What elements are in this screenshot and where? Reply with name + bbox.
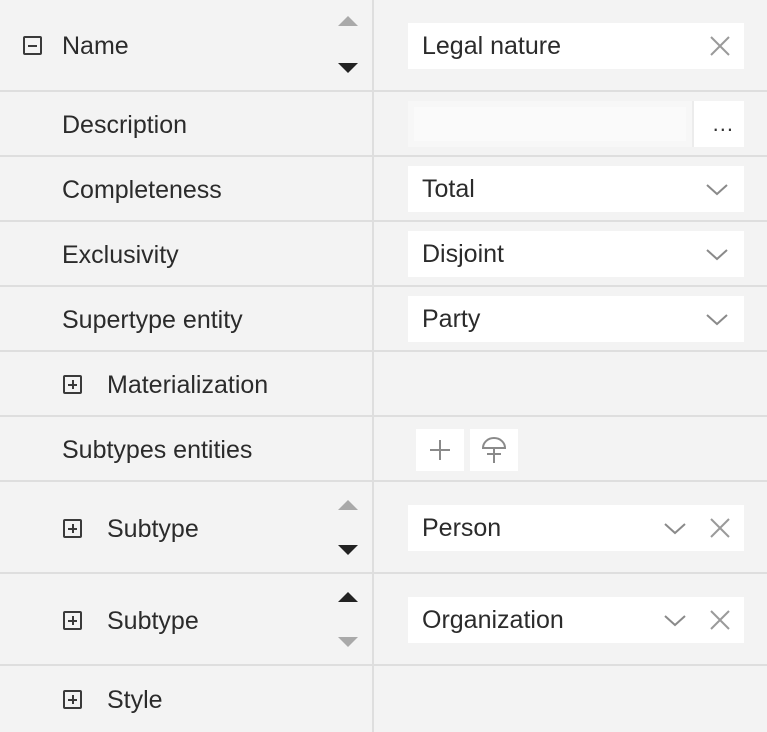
- subtype-symbol-icon: [481, 437, 507, 463]
- column-divider: [372, 0, 374, 732]
- move-up-icon[interactable]: [338, 500, 358, 510]
- description-label: Description: [62, 111, 188, 139]
- collapse-icon[interactable]: [23, 36, 42, 55]
- subtype-organization-select[interactable]: Organization: [408, 597, 744, 643]
- row-name: Name Legal nature: [0, 0, 767, 92]
- row-materialization: Materialization: [0, 352, 767, 417]
- name-label: Name: [62, 32, 129, 60]
- supertype-value[interactable]: Party: [422, 304, 480, 334]
- supertype-select[interactable]: Party: [408, 296, 744, 342]
- description-edit-button[interactable]: ...: [713, 111, 734, 137]
- materialization-label: Materialization: [107, 371, 269, 399]
- completeness-label: Completeness: [62, 176, 222, 204]
- subtypes-label: Subtypes entities: [62, 436, 253, 464]
- subtype-label: Subtype: [107, 607, 199, 635]
- move-up-icon[interactable]: [338, 16, 358, 26]
- exclusivity-label: Exclusivity: [62, 241, 179, 269]
- row-subtype-organization: Subtype Organization: [0, 574, 767, 666]
- chevron-down-icon[interactable]: [704, 307, 730, 331]
- name-value[interactable]: Legal nature: [422, 31, 561, 61]
- row-description: Description ...: [0, 92, 767, 157]
- remove-subtype-icon[interactable]: [708, 516, 732, 540]
- chevron-down-icon[interactable]: [662, 516, 688, 540]
- row-completeness: Completeness Total: [0, 157, 767, 222]
- description-separator: [692, 101, 694, 147]
- plus-icon: [430, 440, 450, 460]
- exclusivity-select[interactable]: Disjoint: [408, 231, 744, 277]
- subtype-label: Subtype: [107, 515, 199, 543]
- clear-name-icon[interactable]: [708, 34, 732, 58]
- move-up-icon[interactable]: [338, 592, 358, 602]
- subtype-person-select[interactable]: Person: [408, 505, 744, 551]
- style-label: Style: [107, 686, 163, 714]
- chevron-down-icon[interactable]: [704, 242, 730, 266]
- subtype-person-value[interactable]: Person: [422, 513, 501, 543]
- remove-subtype-icon[interactable]: [708, 608, 732, 632]
- chevron-down-icon[interactable]: [662, 608, 688, 632]
- name-field[interactable]: Legal nature: [408, 23, 744, 69]
- row-subtypes: Subtypes entities: [0, 417, 767, 482]
- expand-icon[interactable]: [63, 519, 82, 538]
- move-down-icon[interactable]: [338, 637, 358, 647]
- description-input[interactable]: [408, 101, 692, 147]
- description-field[interactable]: ...: [408, 101, 744, 147]
- expand-icon[interactable]: [63, 611, 82, 630]
- expand-icon[interactable]: [63, 690, 82, 709]
- expand-icon[interactable]: [63, 375, 82, 394]
- completeness-select[interactable]: Total: [408, 166, 744, 212]
- completeness-value[interactable]: Total: [422, 174, 475, 204]
- add-subtype-symbol-button[interactable]: [470, 429, 518, 471]
- chevron-down-icon[interactable]: [704, 177, 730, 201]
- move-down-icon[interactable]: [338, 545, 358, 555]
- row-exclusivity: Exclusivity Disjoint: [0, 222, 767, 287]
- subtype-organization-value[interactable]: Organization: [422, 605, 564, 635]
- exclusivity-value[interactable]: Disjoint: [422, 239, 504, 269]
- row-style: Style: [0, 666, 767, 732]
- move-down-icon[interactable]: [338, 63, 358, 73]
- row-supertype: Supertype entity Party: [0, 287, 767, 352]
- supertype-label: Supertype entity: [62, 306, 243, 334]
- property-panel: Name Legal nature Description ... Comple…: [0, 0, 767, 732]
- row-subtype-person: Subtype Person: [0, 482, 767, 574]
- add-subtype-button[interactable]: [416, 429, 464, 471]
